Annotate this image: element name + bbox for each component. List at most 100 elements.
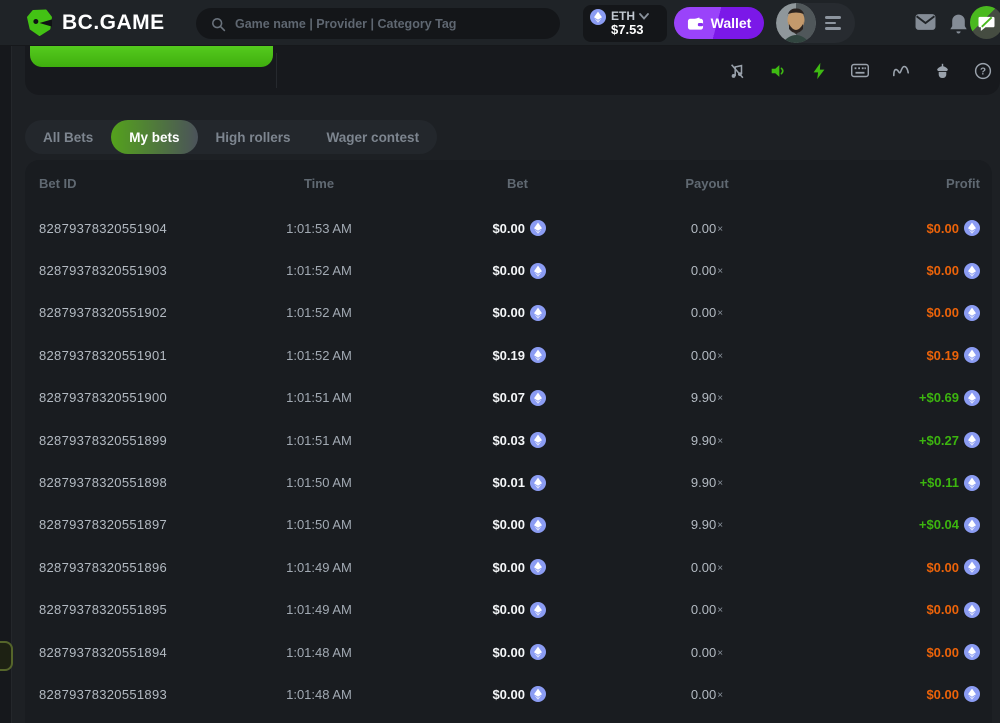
table-row[interactable]: 82879378320551894 1:01:48 AM $0.00 0.00×… bbox=[25, 631, 992, 673]
eth-coin-icon bbox=[964, 220, 980, 236]
bet-time: 1:01:50 AM bbox=[286, 475, 352, 490]
bet-id: 82879378320551899 bbox=[39, 433, 239, 448]
eth-coin-icon bbox=[590, 9, 606, 25]
bet-payout: 0.00× bbox=[691, 645, 723, 660]
bet-profit: +$0.04 bbox=[919, 517, 980, 533]
bet-id: 82879378320551898 bbox=[39, 475, 239, 490]
bet-id: 82879378320551896 bbox=[39, 560, 239, 575]
currency-selector[interactable]: ETH $7.53 bbox=[583, 5, 667, 42]
eth-coin-icon bbox=[530, 305, 546, 321]
trends-icon[interactable] bbox=[892, 62, 910, 80]
eth-coin-icon bbox=[964, 347, 980, 363]
sidebar-strip bbox=[0, 46, 12, 723]
eth-coin-icon bbox=[530, 432, 546, 448]
bet-payout: 0.00× bbox=[691, 602, 723, 617]
bet-payout: 0.00× bbox=[691, 263, 723, 278]
bet-profit: $0.00 bbox=[926, 263, 980, 279]
bet-time: 1:01:52 AM bbox=[286, 348, 352, 363]
bet-id: 82879378320551904 bbox=[39, 221, 239, 236]
bet-amount: $0.00 bbox=[492, 644, 546, 660]
eth-coin-icon bbox=[964, 517, 980, 533]
bcgame-logo[interactable]: BC.GAME bbox=[26, 9, 165, 36]
table-row[interactable]: 82879378320551901 1:01:52 AM $0.19 0.00×… bbox=[25, 334, 992, 376]
eth-coin-icon bbox=[530, 517, 546, 533]
bet-profit: $0.00 bbox=[926, 602, 980, 618]
bet-id: 82879378320551895 bbox=[39, 602, 239, 617]
table-row[interactable]: 82879378320551898 1:01:50 AM $0.01 9.90×… bbox=[25, 461, 992, 503]
bet-time: 1:01:48 AM bbox=[286, 645, 352, 660]
bcgame-logo-icon bbox=[26, 9, 53, 36]
tab-all-bets[interactable]: All Bets bbox=[25, 120, 111, 154]
top-bar: BC.GAME Game name | Provider | Category … bbox=[0, 0, 1000, 46]
bet-id: 82879378320551897 bbox=[39, 517, 239, 532]
col-bet: Bet bbox=[507, 176, 546, 191]
bets-tabs: All BetsMy betsHigh rollersWager contest bbox=[25, 120, 437, 154]
chat-toggle-button[interactable] bbox=[970, 6, 1000, 39]
eth-coin-icon bbox=[530, 347, 546, 363]
bet-payout: 0.00× bbox=[691, 221, 723, 236]
bet-id: 82879378320551901 bbox=[39, 348, 239, 363]
bet-id: 82879378320551903 bbox=[39, 263, 239, 278]
bet-profit: $0.00 bbox=[926, 305, 980, 321]
table-row[interactable]: 82879378320551896 1:01:49 AM $0.00 0.00×… bbox=[25, 546, 992, 588]
bet-profit: $0.00 bbox=[926, 220, 980, 236]
tab-wager-contest[interactable]: Wager contest bbox=[309, 120, 438, 154]
eth-coin-icon bbox=[964, 602, 980, 618]
eth-coin-icon bbox=[530, 602, 546, 618]
bet-time: 1:01:53 AM bbox=[286, 221, 352, 236]
col-time: Time bbox=[304, 176, 334, 191]
logo-text: BC.GAME bbox=[62, 11, 165, 35]
mail-icon[interactable] bbox=[915, 13, 936, 31]
table-row[interactable]: 82879378320551895 1:01:49 AM $0.00 0.00×… bbox=[25, 589, 992, 631]
table-row[interactable]: 82879378320551899 1:01:51 AM $0.03 9.90×… bbox=[25, 419, 992, 461]
music-muted-icon[interactable] bbox=[728, 62, 746, 80]
bet-amount: $0.00 bbox=[492, 602, 546, 618]
wallet-label: Wallet bbox=[711, 15, 752, 31]
search-placeholder: Game name | Provider | Category Tag bbox=[235, 17, 456, 31]
table-row[interactable]: 82879378320551902 1:01:52 AM $0.00 0.00×… bbox=[25, 292, 992, 334]
floating-widget-partial[interactable] bbox=[0, 641, 13, 671]
table-row[interactable]: 82879378320551904 1:01:53 AM $0.00 0.00×… bbox=[25, 207, 992, 249]
bet-profit: $0.00 bbox=[926, 644, 980, 660]
table-row[interactable]: 82879378320551903 1:01:52 AM $0.00 0.00×… bbox=[25, 249, 992, 291]
hotkeys-icon[interactable] bbox=[851, 62, 869, 80]
avatar bbox=[776, 3, 816, 43]
table-row[interactable]: 82879378320551897 1:01:50 AM $0.00 9.90×… bbox=[25, 504, 992, 546]
table-row[interactable]: 82879378320551900 1:01:51 AM $0.07 9.90×… bbox=[25, 377, 992, 419]
bet-id: 82879378320551902 bbox=[39, 305, 239, 320]
help-icon[interactable]: ? bbox=[974, 62, 992, 80]
eth-coin-icon bbox=[964, 432, 980, 448]
bet-amount: $0.03 bbox=[492, 432, 546, 448]
wallet-button[interactable]: Wallet bbox=[674, 7, 764, 39]
eth-coin-icon bbox=[964, 305, 980, 321]
user-menu[interactable] bbox=[776, 3, 855, 43]
bet-payout: 9.90× bbox=[691, 517, 723, 532]
bet-amount: $0.00 bbox=[492, 517, 546, 533]
menu-icon bbox=[825, 16, 841, 30]
notifications-icon[interactable] bbox=[949, 13, 968, 34]
bet-payout: 9.90× bbox=[691, 433, 723, 448]
bet-button[interactable] bbox=[30, 46, 273, 67]
wallet-balance: $7.53 bbox=[611, 23, 649, 37]
tab-high-rollers[interactable]: High rollers bbox=[198, 120, 309, 154]
sound-on-icon[interactable] bbox=[769, 62, 787, 80]
turbo-mode-icon[interactable] bbox=[810, 62, 828, 80]
search-input[interactable]: Game name | Provider | Category Tag bbox=[196, 8, 560, 39]
bet-id: 82879378320551900 bbox=[39, 390, 239, 405]
bet-amount: $0.00 bbox=[492, 220, 546, 236]
vault-icon[interactable] bbox=[933, 62, 951, 80]
bet-amount: $0.07 bbox=[492, 390, 546, 406]
tab-my-bets[interactable]: My bets bbox=[111, 120, 197, 154]
eth-coin-icon bbox=[530, 686, 546, 702]
eth-coin-icon bbox=[530, 559, 546, 575]
bet-payout: 9.90× bbox=[691, 475, 723, 490]
col-profit: Profit bbox=[946, 176, 980, 191]
eth-coin-icon bbox=[530, 390, 546, 406]
bet-payout: 9.90× bbox=[691, 390, 723, 405]
eth-coin-icon bbox=[530, 644, 546, 660]
eth-coin-icon bbox=[530, 263, 546, 279]
table-body: 82879378320551904 1:01:53 AM $0.00 0.00×… bbox=[25, 207, 992, 716]
bet-profit: $0.00 bbox=[926, 559, 980, 575]
bet-time: 1:01:50 AM bbox=[286, 517, 352, 532]
table-row[interactable]: 82879378320551893 1:01:48 AM $0.00 0.00×… bbox=[25, 673, 992, 715]
